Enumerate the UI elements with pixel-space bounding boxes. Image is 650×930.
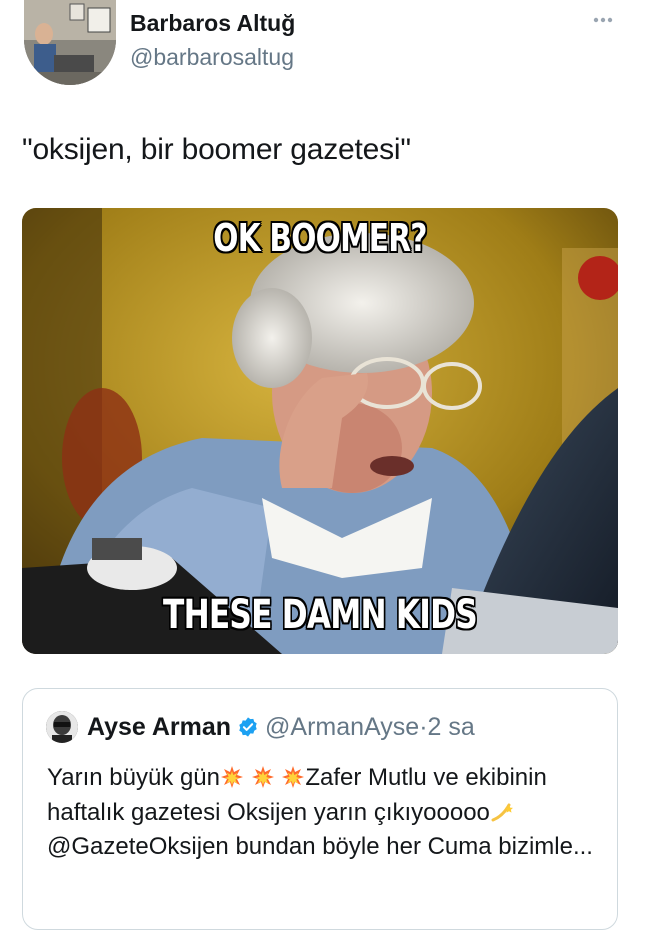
collision-icon bbox=[220, 765, 244, 789]
mention-link[interactable]: @GazeteOksijen bbox=[47, 833, 229, 860]
meme-picture bbox=[22, 208, 618, 654]
author-handle[interactable]: @barbarosaltug bbox=[130, 44, 294, 71]
collision-icon bbox=[251, 765, 275, 789]
tweet-text: "oksijen, bir boomer gazetesi" bbox=[22, 133, 411, 166]
tweet-media-image[interactable]: OK BOOMER? THESE DAMN KIDS bbox=[22, 208, 618, 654]
quoted-tweet-card[interactable]: Ayse Arman @ArmanAyse·2 sa Yarın büyük gü… bbox=[22, 688, 618, 930]
more-dots-icon[interactable] bbox=[588, 8, 618, 32]
quoted-author-name[interactable]: Ayse Arman bbox=[87, 713, 231, 741]
quoted-tweet-header: Ayse Arman @ArmanAyse·2 sa bbox=[87, 713, 475, 742]
dizzy-icon bbox=[490, 800, 514, 824]
author-name[interactable]: Barbaros Altuğ bbox=[130, 10, 295, 37]
author-avatar[interactable] bbox=[24, 0, 116, 85]
quoted-author-avatar[interactable] bbox=[46, 711, 78, 743]
quoted-text-part3: bundan böyle her Cuma bizimle... bbox=[228, 833, 593, 860]
meme-caption-bottom: THESE DAMN KIDS bbox=[163, 592, 478, 638]
verified-badge-icon bbox=[237, 716, 259, 738]
header-separator: · bbox=[419, 713, 428, 741]
quoted-text-part1: Yarın büyük gün bbox=[47, 764, 221, 791]
meme-caption-top: OK BOOMER? bbox=[213, 216, 427, 260]
quoted-tweet-text: Yarın büyük gün Zafer Mutlu ve ekibinin … bbox=[47, 761, 617, 865]
quoted-author-handle[interactable]: @ArmanAyse bbox=[265, 713, 419, 741]
quoted-tweet-time[interactable]: 2 sa bbox=[428, 713, 475, 741]
collision-icon bbox=[281, 765, 305, 789]
